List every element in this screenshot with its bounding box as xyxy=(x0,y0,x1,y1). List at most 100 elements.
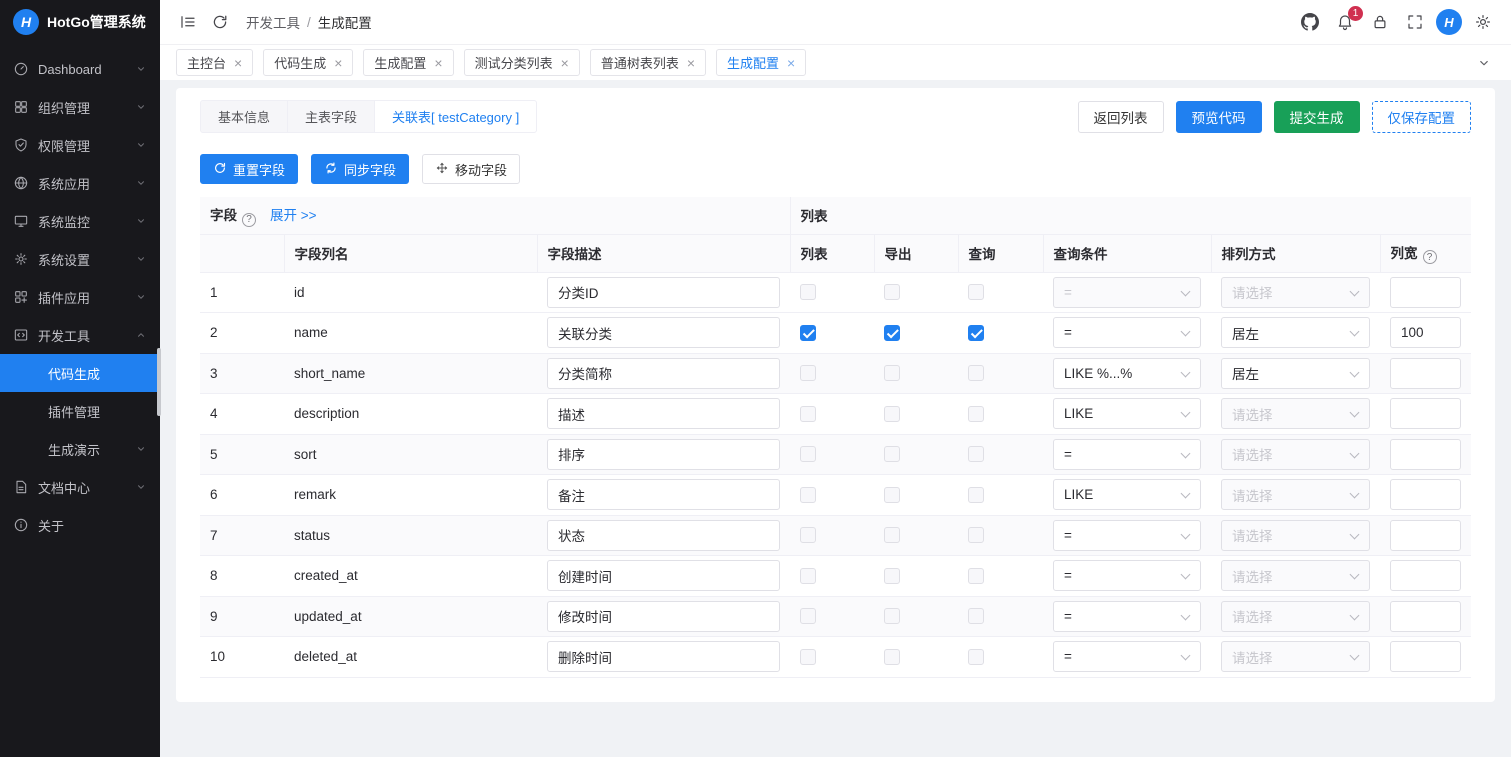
sidebar-item-dev-tools[interactable]: 开发工具 xyxy=(0,316,160,354)
list-checkbox[interactable] xyxy=(800,325,816,341)
menu-collapse-icon[interactable] xyxy=(174,8,202,36)
query-checkbox[interactable] xyxy=(968,487,984,503)
column-width-input[interactable] xyxy=(1390,601,1461,632)
column-width-input[interactable] xyxy=(1390,520,1461,551)
align-select[interactable]: 居左 xyxy=(1221,317,1370,348)
help-icon[interactable]: ? xyxy=(1423,250,1437,264)
column-width-input[interactable] xyxy=(1390,358,1461,389)
align-select[interactable]: 请选择 xyxy=(1221,641,1370,672)
config-tab-1[interactable]: 主表字段 xyxy=(287,100,375,133)
condition-select[interactable]: LIKE %...% xyxy=(1053,358,1201,389)
sidebar-item-dashboard[interactable]: Dashboard xyxy=(0,50,160,88)
align-select[interactable]: 请选择 xyxy=(1221,601,1370,632)
notification-bell-icon[interactable]: 1 xyxy=(1331,8,1359,36)
column-width-input[interactable] xyxy=(1390,479,1461,510)
export-checkbox[interactable] xyxy=(884,365,900,381)
back-to-list-button[interactable]: 返回列表 xyxy=(1078,101,1164,133)
list-checkbox[interactable] xyxy=(800,568,816,584)
tab-4[interactable]: 普通树表列表× xyxy=(590,49,706,76)
config-tab-2[interactable]: 关联表[ testCategory ] xyxy=(374,100,537,133)
sidebar-item-about[interactable]: 关于 xyxy=(0,506,160,544)
condition-select[interactable]: = xyxy=(1053,439,1201,470)
list-checkbox[interactable] xyxy=(800,446,816,462)
field-desc-input[interactable] xyxy=(547,358,780,389)
sidebar-item-plugin-manage[interactable]: 插件管理 xyxy=(0,392,160,430)
list-checkbox[interactable] xyxy=(800,365,816,381)
column-width-input[interactable] xyxy=(1390,277,1461,308)
align-select[interactable]: 居左 xyxy=(1221,358,1370,389)
close-icon[interactable]: × xyxy=(234,56,242,70)
close-icon[interactable]: × xyxy=(687,56,695,70)
field-desc-input[interactable] xyxy=(547,277,780,308)
query-checkbox[interactable] xyxy=(968,649,984,665)
query-checkbox[interactable] xyxy=(968,446,984,462)
field-desc-input[interactable] xyxy=(547,560,780,591)
export-checkbox[interactable] xyxy=(884,527,900,543)
query-checkbox[interactable] xyxy=(968,325,984,341)
field-desc-input[interactable] xyxy=(547,439,780,470)
list-checkbox[interactable] xyxy=(800,608,816,624)
column-width-input[interactable] xyxy=(1390,398,1461,429)
sync-fields-button[interactable]: 同步字段 xyxy=(311,154,409,184)
column-width-input[interactable] xyxy=(1390,560,1461,591)
query-checkbox[interactable] xyxy=(968,406,984,422)
sidebar-item-system-monitor[interactable]: 系统监控 xyxy=(0,202,160,240)
align-select[interactable]: 请选择 xyxy=(1221,398,1370,429)
condition-select[interactable]: LIKE xyxy=(1053,479,1201,510)
config-tab-0[interactable]: 基本信息 xyxy=(200,100,288,133)
sidebar-item-doc-center[interactable]: 文档中心 xyxy=(0,468,160,506)
align-select[interactable]: 请选择 xyxy=(1221,560,1370,591)
condition-select[interactable]: LIKE xyxy=(1053,398,1201,429)
export-checkbox[interactable] xyxy=(884,325,900,341)
field-desc-input[interactable] xyxy=(547,479,780,510)
column-width-input[interactable] xyxy=(1390,439,1461,470)
condition-select[interactable]: = xyxy=(1053,560,1201,591)
tab-5[interactable]: 生成配置× xyxy=(716,49,806,76)
list-checkbox[interactable] xyxy=(800,649,816,665)
list-checkbox[interactable] xyxy=(800,406,816,422)
column-width-input[interactable] xyxy=(1390,317,1461,348)
reset-fields-button[interactable]: 重置字段 xyxy=(200,154,298,184)
align-select[interactable]: 请选择 xyxy=(1221,439,1370,470)
align-select[interactable]: 请选择 xyxy=(1221,520,1370,551)
field-desc-input[interactable] xyxy=(547,398,780,429)
condition-select[interactable]: = xyxy=(1053,317,1201,348)
sidebar-item-plugin-app[interactable]: 插件应用 xyxy=(0,278,160,316)
condition-select[interactable]: = xyxy=(1053,520,1201,551)
align-select[interactable]: 请选择 xyxy=(1221,479,1370,510)
column-width-input[interactable] xyxy=(1390,641,1461,672)
close-icon[interactable]: × xyxy=(334,56,342,70)
field-desc-input[interactable] xyxy=(547,641,780,672)
sidebar-item-code-generate[interactable]: 代码生成 xyxy=(0,354,160,392)
submit-generate-button[interactable]: 提交生成 xyxy=(1274,101,1360,133)
export-checkbox[interactable] xyxy=(884,608,900,624)
app-logo[interactable]: H HotGo管理系统 xyxy=(0,0,160,44)
sidebar-scrollbar-thumb[interactable] xyxy=(157,348,161,416)
refresh-icon[interactable] xyxy=(206,8,234,36)
align-select[interactable]: 请选择 xyxy=(1221,277,1370,308)
query-checkbox[interactable] xyxy=(968,284,984,300)
tab-3[interactable]: 测试分类列表× xyxy=(464,49,580,76)
list-checkbox[interactable] xyxy=(800,284,816,300)
lock-screen-icon[interactable] xyxy=(1366,8,1394,36)
field-desc-input[interactable] xyxy=(547,317,780,348)
close-icon[interactable]: × xyxy=(434,56,442,70)
query-checkbox[interactable] xyxy=(968,527,984,543)
query-checkbox[interactable] xyxy=(968,608,984,624)
export-checkbox[interactable] xyxy=(884,487,900,503)
close-icon[interactable]: × xyxy=(787,56,795,70)
export-checkbox[interactable] xyxy=(884,568,900,584)
condition-select[interactable]: = xyxy=(1053,601,1201,632)
save-config-only-button[interactable]: 仅保存配置 xyxy=(1372,101,1472,133)
sidebar-item-permission-manage[interactable]: 权限管理 xyxy=(0,126,160,164)
settings-gear-icon[interactable] xyxy=(1469,8,1497,36)
move-fields-button[interactable]: 移动字段 xyxy=(422,154,520,184)
sidebar-item-generate-demo[interactable]: 生成演示 xyxy=(0,430,160,468)
list-checkbox[interactable] xyxy=(800,527,816,543)
query-checkbox[interactable] xyxy=(968,568,984,584)
query-checkbox[interactable] xyxy=(968,365,984,381)
export-checkbox[interactable] xyxy=(884,649,900,665)
sidebar-item-system-app[interactable]: 系统应用 xyxy=(0,164,160,202)
breadcrumb-parent[interactable]: 开发工具 xyxy=(246,12,300,32)
chevron-down-icon[interactable] xyxy=(1473,52,1495,74)
